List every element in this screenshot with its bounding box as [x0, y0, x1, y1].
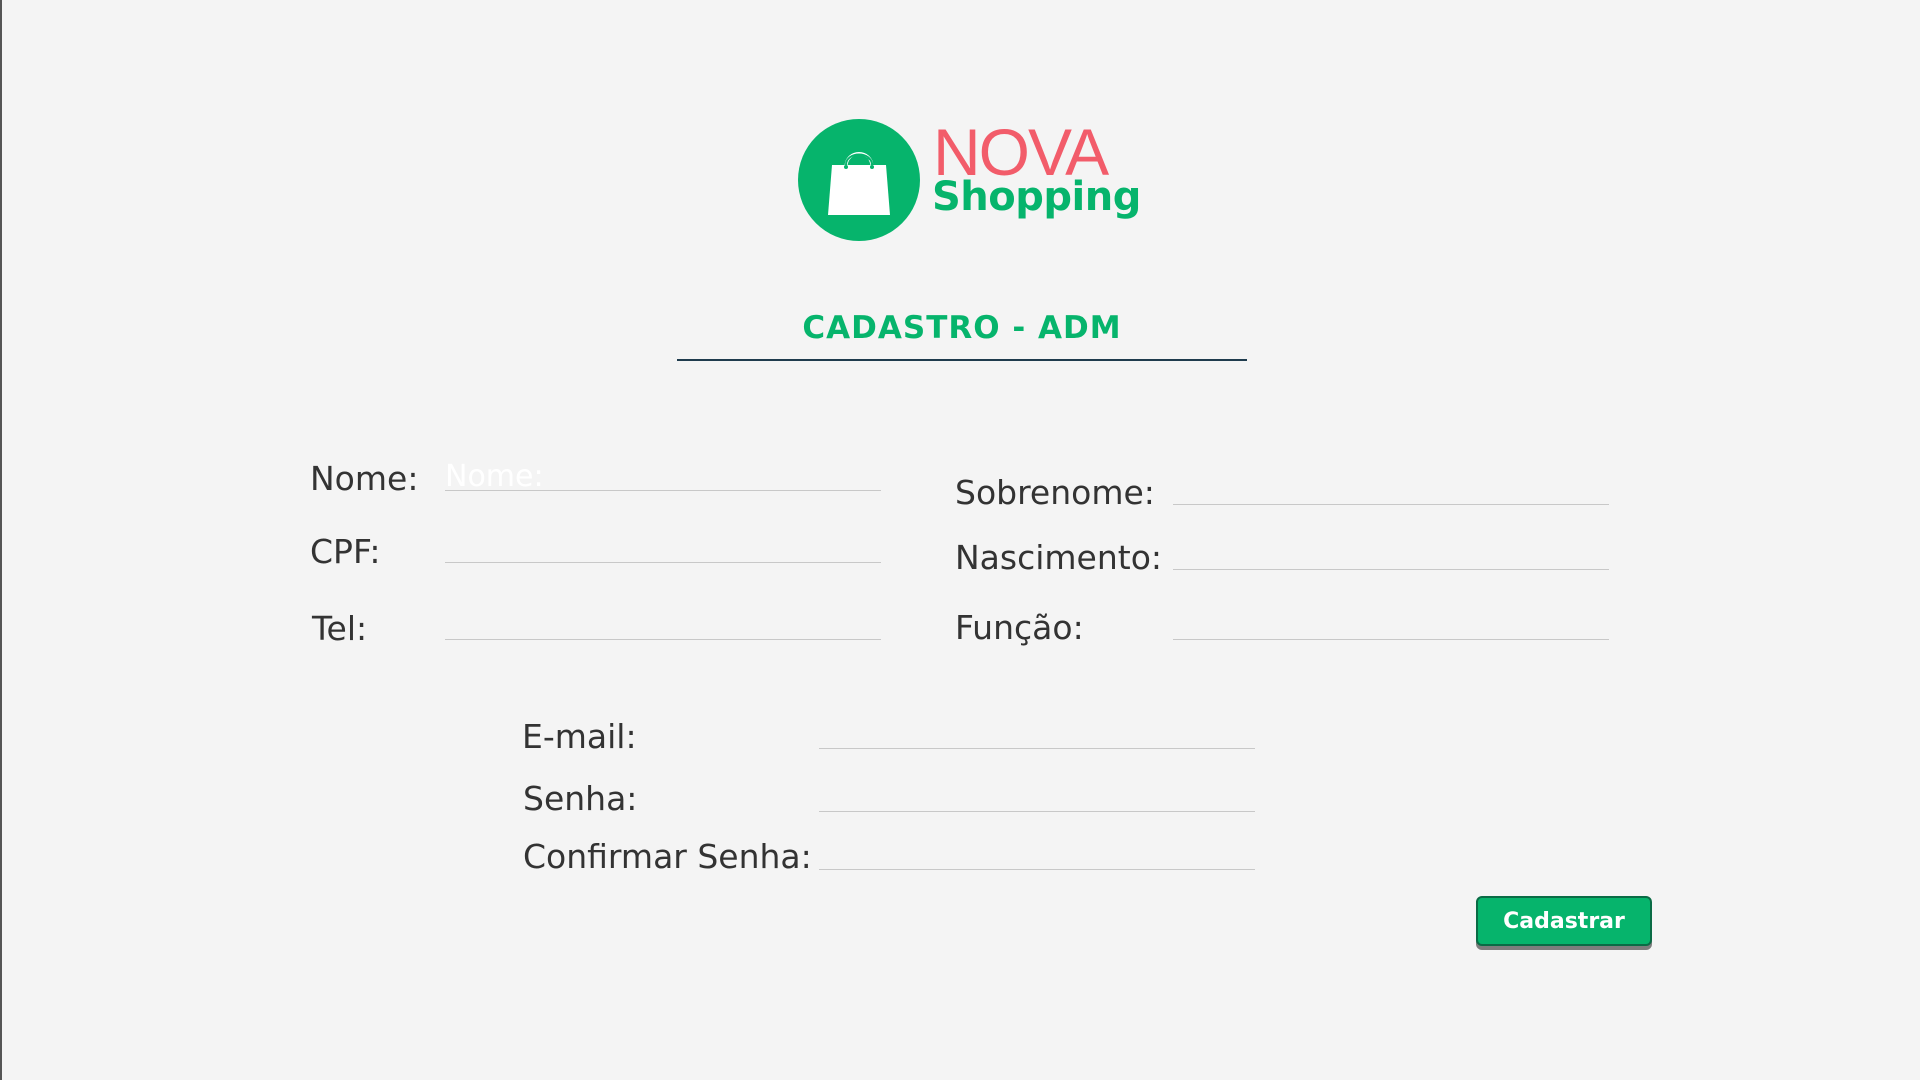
logo-circle [798, 119, 920, 241]
confirmar-senha-label: Confirmar Senha: [523, 837, 812, 876]
funcao-input[interactable] [1173, 612, 1609, 640]
nome-label: Nome: [310, 459, 419, 498]
tel-input[interactable] [445, 612, 881, 640]
nome-input[interactable] [445, 463, 881, 491]
cadastrar-button[interactable]: Cadastrar [1476, 896, 1652, 946]
email-label: E-mail: [522, 717, 637, 756]
title-underline [677, 359, 1247, 361]
nascimento-input[interactable] [1173, 542, 1609, 570]
shopping-bag-icon [828, 152, 890, 215]
sobrenome-input[interactable] [1173, 477, 1609, 505]
senha-label: Senha: [523, 779, 638, 818]
brand-logo: NOVA Shopping [798, 119, 1141, 243]
nascimento-label: Nascimento: [955, 538, 1163, 577]
page-title: CADASTRO - ADM [802, 310, 1122, 346]
cpf-input[interactable] [445, 535, 881, 563]
senha-input[interactable] [819, 784, 1255, 812]
cpf-label: CPF: [310, 532, 381, 571]
sobrenome-label: Sobrenome: [955, 473, 1155, 512]
confirmar-senha-input[interactable] [819, 842, 1255, 870]
funcao-label: Função: [955, 608, 1084, 647]
email-input[interactable] [819, 721, 1255, 749]
tel-label: Tel: [312, 609, 368, 648]
brand-name-bottom: Shopping [932, 174, 1141, 220]
registration-page: NOVA Shopping CADASTRO - ADM Nome: Sobre… [0, 0, 1920, 1080]
